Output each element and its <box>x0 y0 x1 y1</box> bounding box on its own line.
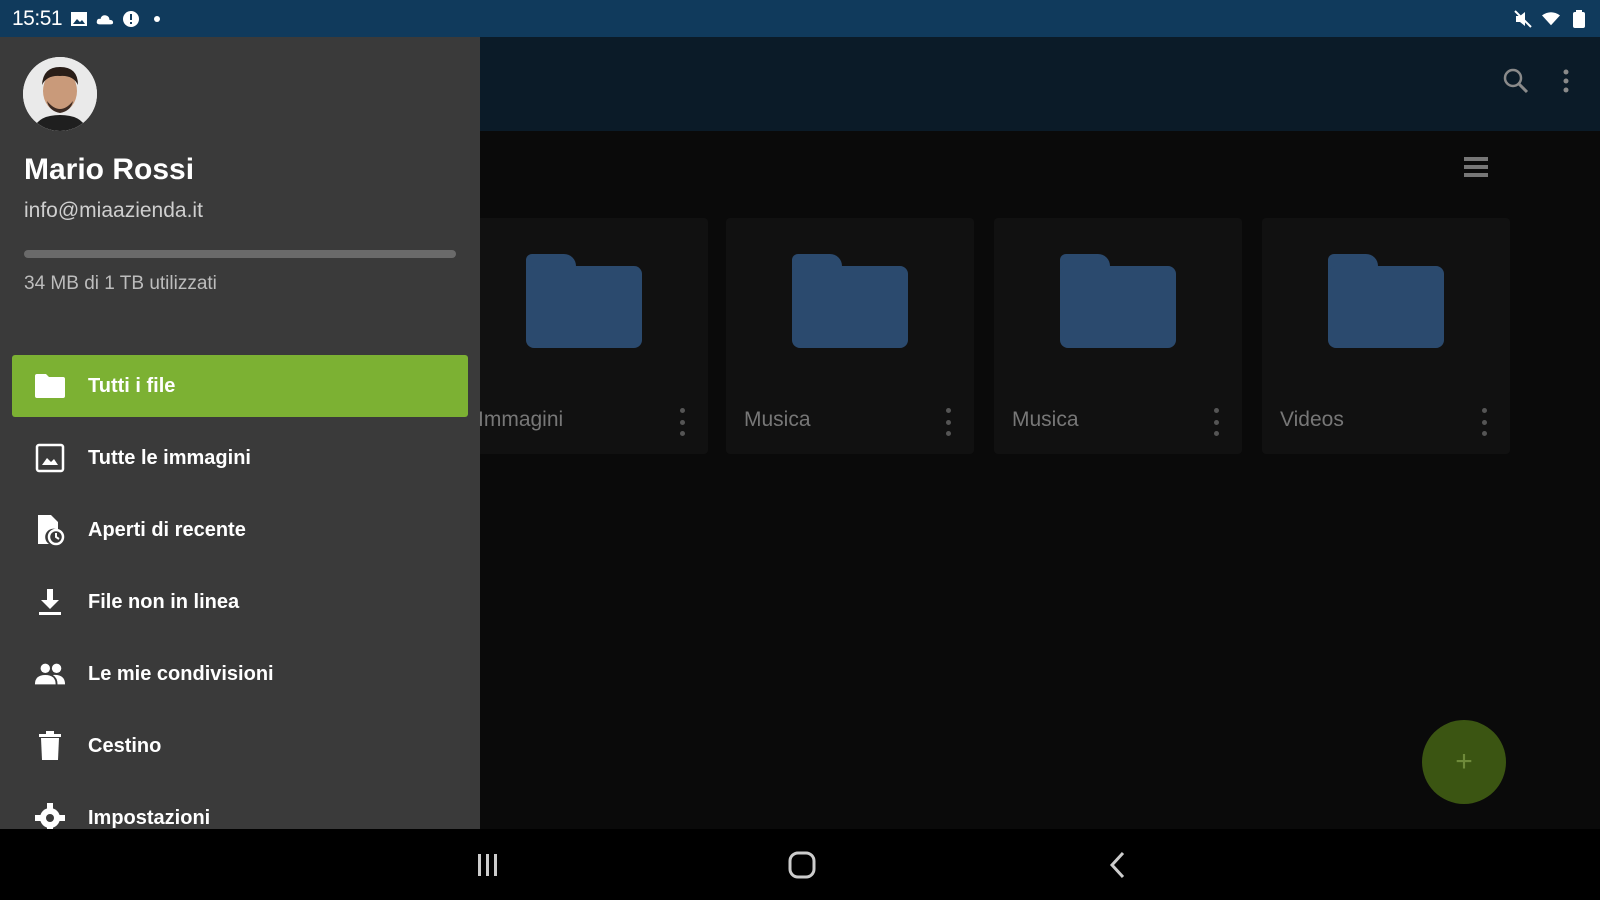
folder-card[interactable]: Immagini <box>460 218 708 454</box>
more-vert-icon[interactable] <box>1210 408 1222 436</box>
folder-card[interactable]: Musica <box>994 218 1242 454</box>
more-vert-icon[interactable] <box>1478 408 1490 436</box>
drawer-menu: Tutti i file Tutte le immagini Aperti di… <box>12 355 468 829</box>
home-icon[interactable] <box>784 847 820 883</box>
trash-icon <box>34 730 66 762</box>
menu-item-all-images[interactable]: Tutte le immagini <box>12 427 468 489</box>
folder-card[interactable]: Videos <box>1262 218 1510 454</box>
folder-name: Immagini <box>478 408 564 431</box>
system-navigation-bar <box>0 829 1600 900</box>
menu-label: Tutte le immagini <box>88 446 251 469</box>
back-icon[interactable] <box>1100 847 1136 883</box>
folder-icon <box>526 254 642 348</box>
menu-label: Aperti di recente <box>88 518 246 541</box>
menu-label: Cestino <box>88 734 162 757</box>
more-vert-icon[interactable] <box>942 408 954 436</box>
more-vert-icon[interactable] <box>676 408 688 436</box>
list-view-icon[interactable] <box>1462 153 1490 181</box>
folder-icon <box>792 254 908 348</box>
folder-name: Musica <box>744 408 811 431</box>
menu-item-offline[interactable]: File non in linea <box>12 571 468 633</box>
user-email: info@miaazienda.it <box>24 199 203 222</box>
folder-icon <box>1328 254 1444 348</box>
wifi-icon <box>1542 10 1560 28</box>
menu-label: File non in linea <box>88 590 240 613</box>
navigation-drawer: Mario Rossi info@miaazienda.it 34 MB di … <box>0 37 480 829</box>
search-icon[interactable] <box>1502 67 1530 100</box>
dot-icon <box>148 10 166 28</box>
avatar[interactable] <box>23 57 97 131</box>
download-icon <box>34 586 66 618</box>
folder-card[interactable]: Musica <box>726 218 974 454</box>
folder-icon <box>1060 254 1176 348</box>
menu-item-recent[interactable]: Aperti di recente <box>12 499 468 561</box>
battery-icon <box>1570 9 1588 28</box>
folder-name: Videos <box>1280 408 1344 431</box>
image-icon <box>34 442 66 474</box>
menu-label: Le mie condivisioni <box>88 662 274 685</box>
menu-item-trash[interactable]: Cestino <box>12 715 468 777</box>
menu-item-shares[interactable]: Le mie condivisioni <box>12 643 468 705</box>
add-fab-button[interactable]: + <box>1422 720 1506 804</box>
gear-icon <box>34 802 66 829</box>
folder-name: Musica <box>1012 408 1079 431</box>
storage-usage-text: 34 MB di 1 TB utilizzati <box>24 273 217 294</box>
cloud-icon <box>96 10 114 28</box>
recent-file-icon <box>34 514 66 546</box>
status-bar: 15:51 <box>0 0 1600 37</box>
plus-icon: + <box>1455 745 1473 778</box>
mute-icon <box>1514 9 1532 28</box>
folder-icon <box>34 370 66 402</box>
menu-label: Impostazioni <box>88 806 211 829</box>
menu-item-all-files[interactable]: Tutti i file <box>12 355 468 417</box>
menu-item-settings[interactable]: Impostazioni <box>12 787 468 829</box>
people-icon <box>34 658 66 690</box>
storage-progress-bar <box>24 250 456 258</box>
menu-label: Tutti i file <box>88 374 176 397</box>
user-name: Mario Rossi <box>24 153 195 186</box>
gallery-icon <box>70 10 88 28</box>
overflow-menu-icon[interactable] <box>1562 67 1570 100</box>
status-time: 15:51 <box>12 6 63 30</box>
alert-icon <box>122 10 140 28</box>
recent-apps-icon[interactable] <box>470 847 506 883</box>
